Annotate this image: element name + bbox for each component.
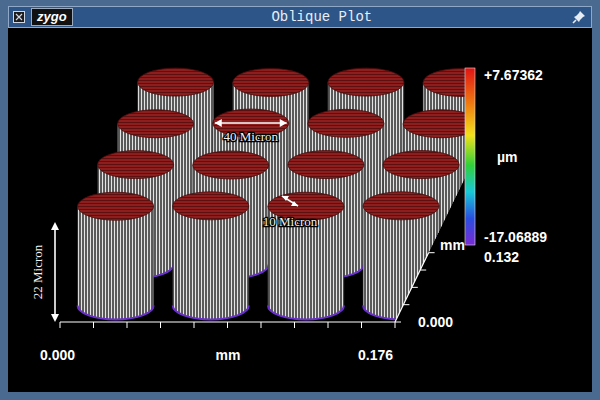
- oblique-plot-window: zygo Oblique Plot 0.000 mm 0.176 0.000 mm 0.132…: [0, 0, 600, 400]
- pillar: [173, 192, 249, 320]
- depth-axis: 0.000 mm 0.132: [395, 237, 519, 330]
- window-title: Oblique Plot: [79, 9, 565, 25]
- color-scale: +7.67362 µm -17.06889: [465, 67, 547, 245]
- scale-max: +7.67362: [484, 67, 543, 83]
- x-axis: 0.000 mm 0.176: [40, 322, 395, 363]
- x-axis-max: 0.176: [358, 347, 393, 363]
- pin-icon[interactable]: [571, 9, 587, 25]
- zygo-logo: zygo: [31, 8, 73, 26]
- depth-axis-max: 0.132: [484, 249, 519, 265]
- width-label: 40 Micron: [223, 129, 278, 144]
- x-axis-label: mm: [216, 347, 241, 363]
- x-axis-min: 0.000: [40, 347, 75, 363]
- depth-axis-label: mm: [440, 237, 465, 253]
- scale-unit: µm: [497, 149, 518, 165]
- gap-annotation: 10 Micron: [263, 196, 318, 229]
- height-label: 22 Micron: [30, 244, 45, 299]
- surface: [78, 68, 500, 319]
- plot-area: 0.000 mm 0.176 0.000 mm 0.132 +7.67362 µm -17.06…: [8, 28, 592, 392]
- width-annotation: 40 Micron: [215, 119, 287, 144]
- height-annotation: 22 Micron: [30, 222, 59, 322]
- title-bar: zygo Oblique Plot: [8, 6, 592, 28]
- pillar: [78, 192, 154, 319]
- gap-label: 10 Micron: [263, 214, 318, 229]
- oblique-surface-plot: 0.000 mm 0.176 0.000 mm 0.132 +7.67362 µm -17.06…: [8, 28, 592, 392]
- scale-min: -17.06889: [484, 229, 547, 245]
- system-menu-icon[interactable]: [13, 11, 25, 23]
- pillar: [268, 192, 344, 319]
- depth-axis-min: 0.000: [418, 314, 453, 330]
